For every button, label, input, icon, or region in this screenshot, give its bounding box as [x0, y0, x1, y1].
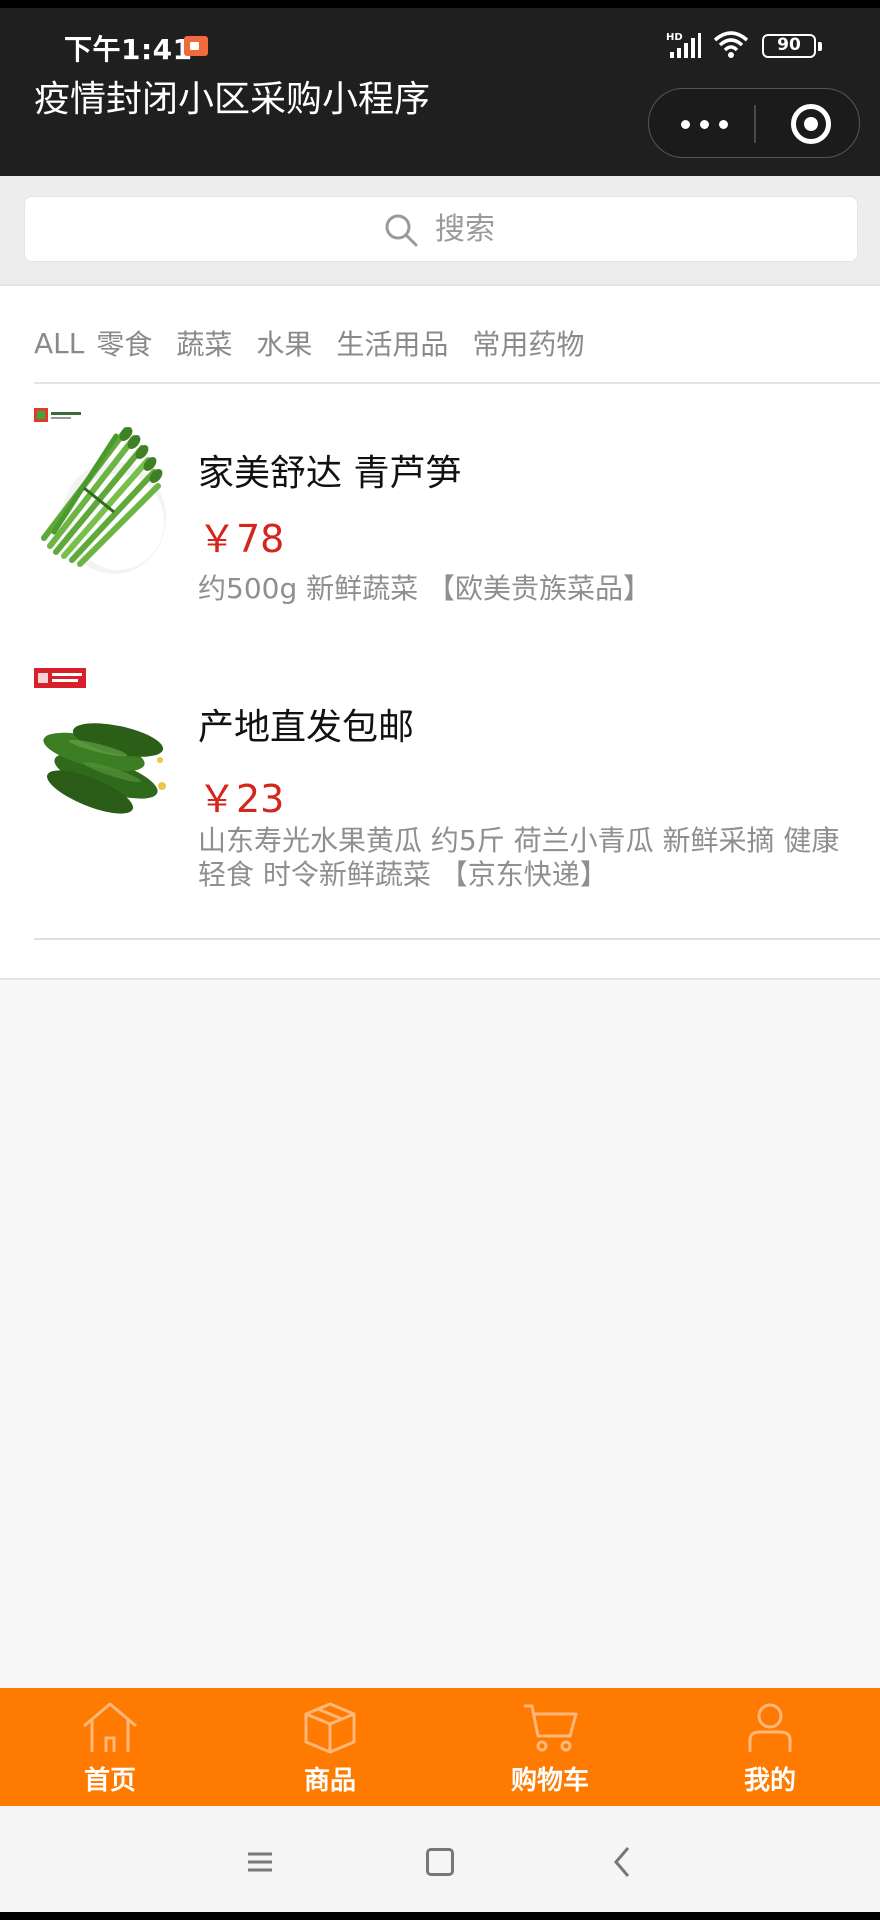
- product-title: 产地直发包邮: [198, 707, 415, 748]
- box-icon: [304, 1702, 356, 1754]
- tab-mine[interactable]: 我的: [670, 1688, 870, 1806]
- product-title: 家美舒达 青芦笋: [198, 453, 462, 494]
- search-bar: 搜索: [0, 176, 880, 284]
- tab-medicine[interactable]: 常用药物: [472, 323, 584, 363]
- close-miniprogram-icon[interactable]: [791, 104, 831, 144]
- tab-fruits[interactable]: 水果: [256, 323, 312, 363]
- system-nav-bar: [0, 1806, 880, 1920]
- product-list-panel: ALL 零食 蔬菜 水果 生活用品 常用药物 家美舒达 青芦笋 ￥78 约500…: [0, 284, 880, 980]
- product-description: 山东寿光水果黄瓜 约5斤 荷兰小青瓜 新鲜采摘 健康轻食 时令新鲜蔬菜 【京东快…: [198, 824, 840, 891]
- tab-vegetables[interactable]: 蔬菜: [176, 323, 232, 363]
- capsule-menu: [648, 88, 860, 158]
- status-time: 下午1:41: [64, 33, 193, 66]
- tab-cart[interactable]: 购物车: [450, 1688, 650, 1806]
- tab-snacks[interactable]: 零食: [96, 323, 152, 363]
- screen-record-icon: [184, 36, 208, 56]
- page-title: 疫情封闭小区采购小程序: [34, 79, 431, 120]
- battery-icon: 90: [762, 34, 822, 58]
- category-tabs: ALL 零食 蔬菜 水果 生活用品 常用药物: [34, 320, 608, 366]
- divider: [34, 938, 880, 940]
- svg-text:HD: HD: [666, 32, 683, 43]
- back-icon[interactable]: [612, 1846, 632, 1878]
- search-input[interactable]: 搜索: [24, 196, 858, 262]
- screen-edge: [0, 1912, 880, 1920]
- menu-icon[interactable]: [246, 1850, 274, 1874]
- asparagus-image: [34, 408, 166, 574]
- signal-icon: HD: [666, 32, 701, 58]
- search-icon: [385, 214, 418, 247]
- more-icon[interactable]: [679, 109, 731, 139]
- wifi-icon: [713, 31, 749, 58]
- top-bar: 下午1:41 HD 90 疫情封闭小区采购小程序: [0, 0, 880, 176]
- tab-home[interactable]: 首页: [10, 1688, 210, 1806]
- tab-label: 商品: [303, 1766, 356, 1796]
- tab-label: 首页: [83, 1766, 136, 1796]
- cart-icon: [524, 1704, 578, 1752]
- search-placeholder: 搜索: [435, 212, 495, 247]
- product-description: 约500g 新鲜蔬菜 【欧美贵族菜品】: [198, 572, 652, 605]
- tab-label: 我的: [743, 1766, 796, 1796]
- bottom-tab-bar: 首页 商品 购物车 我的: [0, 1688, 880, 1806]
- cucumber-image: [34, 668, 166, 814]
- home-icon: [83, 1702, 137, 1752]
- product-price: ￥23: [198, 777, 285, 821]
- divider: [34, 382, 880, 384]
- tab-all[interactable]: ALL: [34, 327, 84, 360]
- user-icon: [748, 1703, 792, 1752]
- status-edge: [0, 0, 880, 8]
- product-price: ￥78: [198, 517, 285, 561]
- tab-label: 购物车: [510, 1766, 589, 1796]
- tab-products[interactable]: 商品: [230, 1688, 430, 1806]
- home-square-icon[interactable]: [426, 1848, 454, 1876]
- capsule-divider: [754, 105, 756, 143]
- tab-daily-goods[interactable]: 生活用品: [336, 323, 448, 363]
